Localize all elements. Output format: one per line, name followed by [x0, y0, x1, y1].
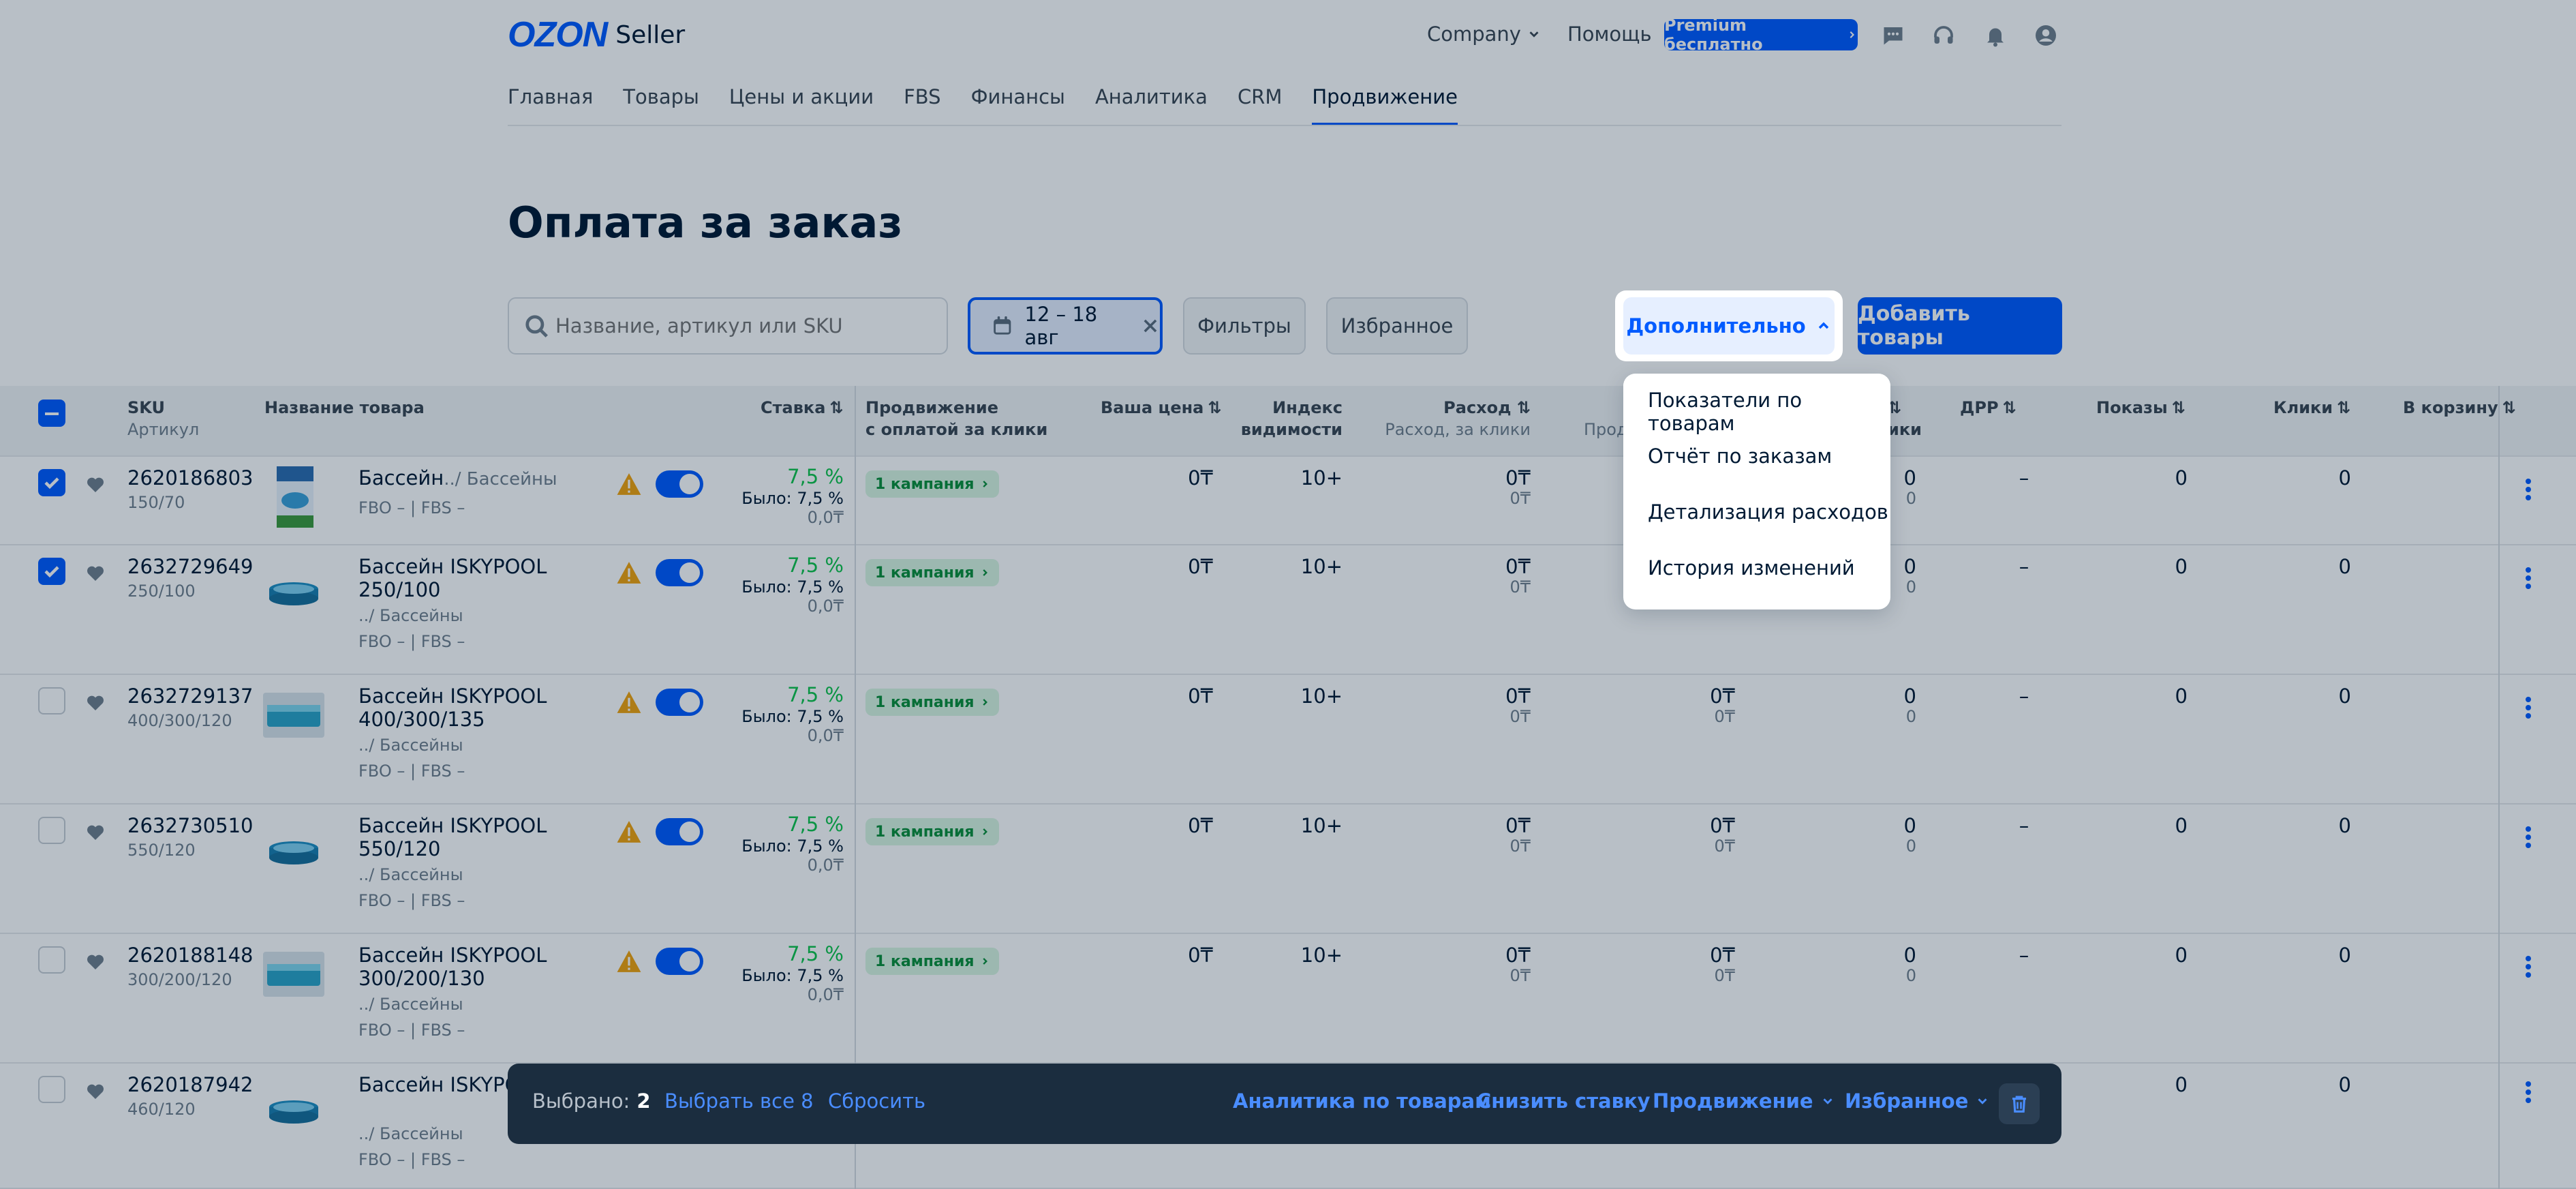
favorites-label: Избранное	[1845, 1089, 1969, 1113]
promotion-dropdown[interactable]: Продвижение	[1653, 1089, 1835, 1113]
menu-item-product-metrics[interactable]: Показатели по товарам	[1648, 389, 1890, 435]
selected-number: 2	[637, 1089, 651, 1113]
select-all-link[interactable]: Выбрать все 8	[664, 1089, 814, 1113]
reset-link[interactable]: Сбросить	[828, 1089, 925, 1113]
more-button-label: Дополнительно	[1626, 314, 1806, 337]
more-button[interactable]: Дополнительно	[1623, 297, 1835, 355]
selected-count: Выбрано: 2	[532, 1089, 651, 1113]
trash-icon	[2012, 1096, 2026, 1113]
selection-action-bar: Выбрано: 2 Выбрать все 8 Сбросить Аналит…	[508, 1064, 2061, 1144]
product-analytics-link[interactable]: Аналитика по товарам	[1233, 1089, 1491, 1113]
page: OZON Seller Company Помощь Premium беспл…	[0, 0, 2576, 1189]
favorites-dropdown[interactable]: Избранное	[1845, 1089, 1990, 1113]
more-dropdown-menu: Показатели по товарам Отчёт по заказам Д…	[1623, 374, 1890, 609]
selected-label: Выбрано:	[532, 1089, 630, 1113]
menu-item-orders-report[interactable]: Отчёт по заказам	[1648, 445, 1832, 468]
delete-button[interactable]	[1999, 1083, 2040, 1124]
chevron-down-icon	[1823, 1098, 1833, 1104]
menu-item-spend-details[interactable]: Детализация расходов	[1648, 500, 1888, 524]
menu-item-change-history[interactable]: История изменений	[1648, 556, 1855, 580]
promotion-label: Продвижение	[1653, 1089, 1813, 1113]
chevron-down-icon	[1978, 1098, 1987, 1104]
chevron-up-icon	[1818, 322, 1828, 329]
lower-rate-link[interactable]: Снизить ставку	[1477, 1089, 1651, 1113]
modal-overlay[interactable]	[0, 0, 2576, 1189]
